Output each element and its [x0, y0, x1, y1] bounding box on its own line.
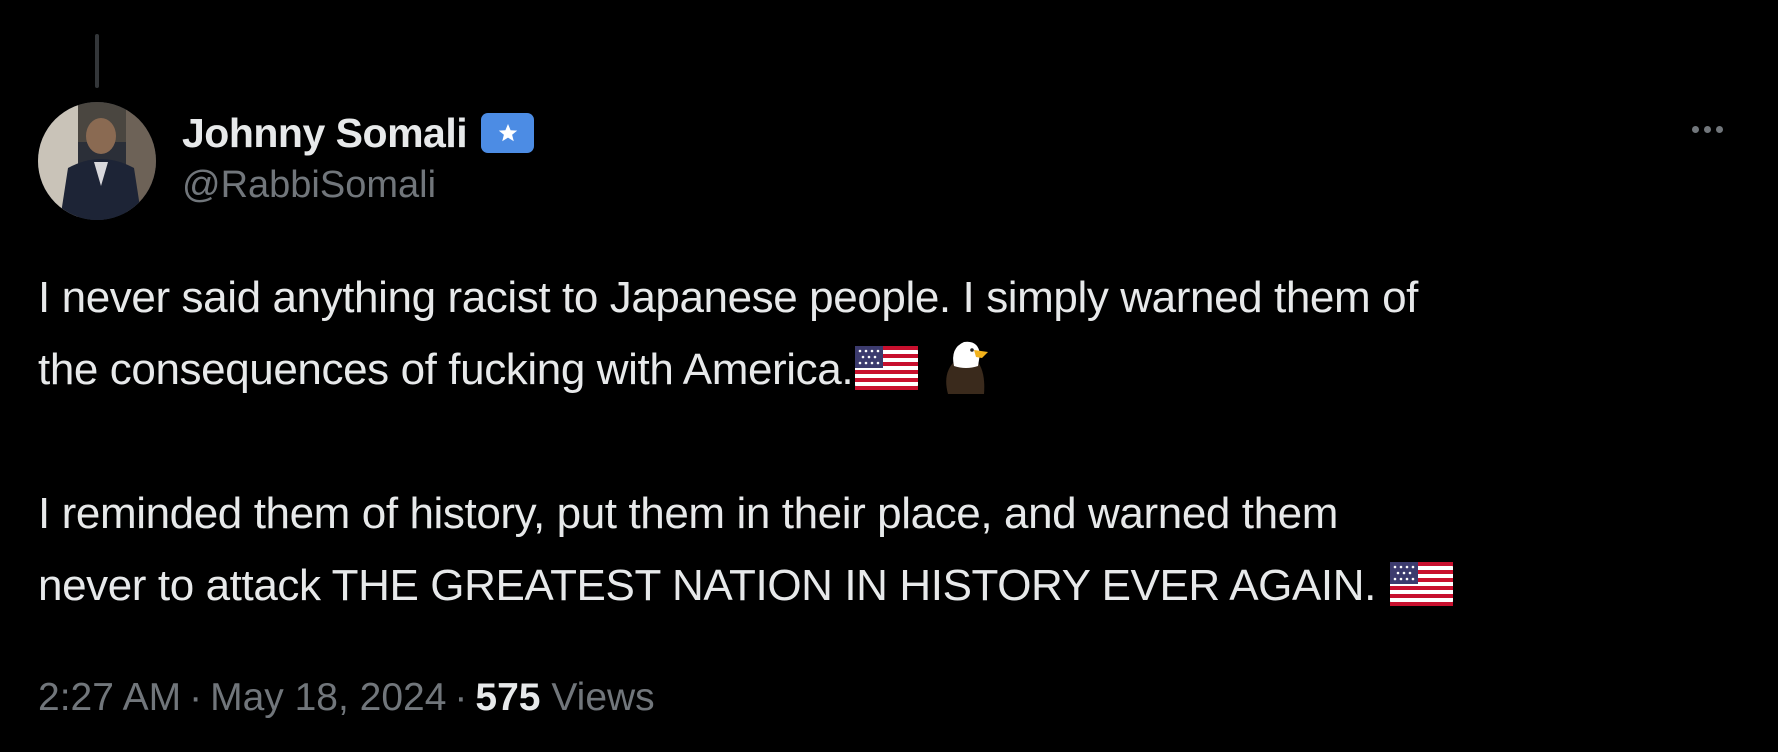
- tweet-line-with-emoji: never to attack THE GREATEST NATION IN H…: [38, 550, 1738, 622]
- views-count: 575: [475, 676, 541, 719]
- us-flag-emoji-icon: [855, 346, 919, 390]
- tweet-paragraph: I reminded them of history, put them in …: [38, 478, 1738, 622]
- us-flag-emoji-icon: [1389, 562, 1453, 606]
- meta-separator: ·: [454, 676, 468, 719]
- tweet-time[interactable]: 2:27 AM: [38, 676, 181, 719]
- tweet-line: I never said anything racist to Japanese…: [38, 273, 1418, 322]
- more-dot-icon: [1715, 125, 1723, 133]
- user-handle[interactable]: @RabbiSomali: [182, 164, 534, 207]
- eagle-emoji-icon: [946, 341, 989, 394]
- author-info: Johnny Somali @RabbiSomali: [182, 108, 535, 207]
- star-icon: [498, 124, 517, 142]
- more-dot-icon: [1691, 125, 1699, 133]
- tweet-line: never to attack THE GREATEST NATION IN H…: [38, 561, 1388, 610]
- tweet-meta: 2:27 AM · May 18, 2024 · 575 Views: [38, 676, 655, 720]
- more-options-button[interactable]: [1682, 112, 1732, 146]
- tweet-line-with-emoji: the consequences of fucking with America…: [38, 334, 1738, 406]
- meta-separator: ·: [189, 676, 203, 719]
- avatar[interactable]: [38, 102, 156, 220]
- name-row: Johnny Somali: [182, 108, 535, 158]
- tweet-date[interactable]: May 18, 2024: [210, 676, 446, 719]
- tweet-line: the consequences of fucking with America…: [38, 345, 854, 394]
- display-name[interactable]: Johnny Somali: [182, 110, 468, 157]
- tweet-line: I reminded them of history, put them in …: [38, 489, 1338, 538]
- avatar-photo: [38, 102, 156, 220]
- views-label: Views: [551, 676, 655, 719]
- thread-connector-line: [95, 34, 99, 88]
- tweet-text: I never said anything racist to Japanese…: [38, 262, 1738, 622]
- more-dot-icon: [1703, 125, 1711, 133]
- tweet-paragraph: I never said anything racist to Japanese…: [38, 262, 1738, 406]
- verified-badge-icon[interactable]: [481, 113, 535, 153]
